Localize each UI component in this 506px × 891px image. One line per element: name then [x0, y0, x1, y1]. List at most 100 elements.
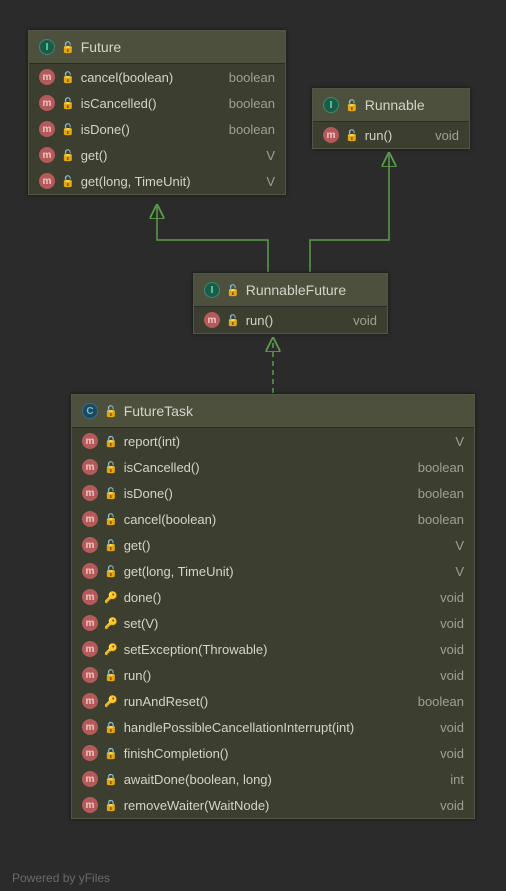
- return-type: void: [440, 746, 464, 761]
- method-name: finishCompletion(): [124, 746, 414, 761]
- class-name: RunnableFuture: [246, 282, 346, 298]
- method-list: m🔓run()void: [313, 122, 469, 148]
- method-icon: m: [82, 563, 98, 579]
- method-icon: m: [82, 771, 98, 787]
- method-row[interactable]: m🔒finishCompletion()void: [72, 740, 474, 766]
- method-name: set(V): [124, 616, 414, 631]
- lock-icon: 🔓: [226, 284, 240, 297]
- method-icon: m: [82, 693, 98, 709]
- class-name: Runnable: [365, 97, 425, 113]
- public-icon: 🔓: [226, 314, 240, 327]
- method-row[interactable]: m🔓get()V: [29, 142, 285, 168]
- method-row[interactable]: m 🔑 setException(Throwable) void: [72, 636, 474, 662]
- return-type: void: [440, 668, 464, 683]
- method-icon: m: [82, 641, 98, 657]
- protected-icon: 🔑: [104, 695, 118, 708]
- runnablefuture-class-box[interactable]: I 🔓 RunnableFuture m 🔓 run() void: [193, 273, 388, 334]
- return-type: void: [440, 590, 464, 605]
- method-row[interactable]: m🔓get(long, TimeUnit)V: [29, 168, 285, 194]
- method-name: get(): [81, 148, 241, 163]
- return-type: boolean: [418, 486, 464, 501]
- method-name: cancel(boolean): [124, 512, 392, 527]
- method-row[interactable]: m🔓isCancelled()boolean: [29, 90, 285, 116]
- interface-icon: I: [323, 97, 339, 113]
- method-name: run(): [246, 313, 327, 328]
- method-icon: m: [82, 459, 98, 475]
- lock-icon: 🔓: [345, 99, 359, 112]
- method-row[interactable]: m🔓run()void: [313, 122, 469, 148]
- method-name: handlePossibleCancellationInterrupt(int): [124, 720, 414, 735]
- return-type: boolean: [418, 460, 464, 475]
- private-icon: 🔒: [104, 773, 118, 786]
- method-name: report(int): [124, 434, 430, 449]
- public-icon: 🔓: [104, 669, 118, 682]
- public-icon: 🔓: [61, 123, 75, 136]
- method-row[interactable]: m🔑set(V)void: [72, 610, 474, 636]
- protected-icon: 🔑: [104, 643, 118, 656]
- method-row[interactable]: m🔑done()void: [72, 584, 474, 610]
- return-type: V: [455, 564, 464, 579]
- method-icon: m: [39, 121, 55, 137]
- public-icon: 🔓: [104, 487, 118, 500]
- method-row[interactable]: m 🔓 run() void: [72, 662, 474, 688]
- method-row[interactable]: m🔑runAndReset()boolean: [72, 688, 474, 714]
- method-row[interactable]: m🔓isCancelled()boolean: [72, 454, 474, 480]
- futuretask-class-box[interactable]: C 🔓 FutureTask m🔒report(int)Vm🔓isCancell…: [71, 394, 475, 819]
- class-icon: C: [82, 403, 98, 419]
- method-row[interactable]: m🔓cancel(boolean)boolean: [72, 506, 474, 532]
- method-row[interactable]: m🔓get()V: [72, 532, 474, 558]
- method-row[interactable]: m🔒report(int)V: [72, 428, 474, 454]
- method-icon: m: [39, 69, 55, 85]
- method-row[interactable]: m🔒awaitDone(boolean, long)int: [72, 766, 474, 792]
- method-icon: m: [82, 667, 98, 683]
- public-icon: 🔓: [61, 175, 75, 188]
- method-name: isDone(): [124, 486, 392, 501]
- class-name: Future: [81, 39, 121, 55]
- lock-icon: 🔓: [104, 405, 118, 418]
- public-icon: 🔓: [104, 461, 118, 474]
- private-icon: 🔒: [104, 799, 118, 812]
- method-list: m🔒report(int)Vm🔓isCancelled()booleanm🔓is…: [72, 428, 474, 818]
- method-name: get(): [124, 538, 430, 553]
- method-icon: m: [82, 797, 98, 813]
- footer-credit: Powered by yFiles: [12, 871, 110, 885]
- method-name: awaitDone(boolean, long): [124, 772, 425, 787]
- method-icon: m: [82, 537, 98, 553]
- method-name: run(): [365, 128, 409, 143]
- return-type: void: [440, 642, 464, 657]
- method-icon: m: [39, 173, 55, 189]
- private-icon: 🔒: [104, 721, 118, 734]
- private-icon: 🔒: [104, 435, 118, 448]
- method-row[interactable]: m🔓get(long, TimeUnit)V: [72, 558, 474, 584]
- method-row[interactable]: m 🔓 cancel(boolean) boolean: [29, 64, 285, 90]
- method-row[interactable]: m 🔒 handlePossibleCancellationInterrupt(in…: [72, 714, 474, 740]
- method-name: runAndReset(): [124, 694, 392, 709]
- return-type: void: [440, 616, 464, 631]
- return-type: void: [440, 798, 464, 813]
- method-name: done(): [124, 590, 414, 605]
- public-icon: 🔓: [61, 71, 75, 84]
- method-row[interactable]: m 🔓 isDone() boolean: [29, 116, 285, 142]
- public-icon: 🔓: [104, 539, 118, 552]
- method-name: setException(Throwable): [124, 642, 414, 657]
- return-type: boolean: [229, 70, 275, 85]
- method-row[interactable]: m 🔓 run() void: [194, 307, 387, 333]
- method-icon: m: [82, 719, 98, 735]
- method-icon: m: [82, 589, 98, 605]
- class-header: I 🔓 RunnableFuture: [194, 274, 387, 307]
- method-name: cancel(boolean): [81, 70, 203, 85]
- return-type: void: [353, 313, 377, 328]
- return-type: boolean: [229, 122, 275, 137]
- method-icon: m: [204, 312, 220, 328]
- interface-icon: I: [204, 282, 220, 298]
- runnable-class-box[interactable]: I 🔓 Runnable m🔓run()void: [312, 88, 470, 149]
- method-name: run(): [124, 668, 414, 683]
- protected-icon: 🔑: [104, 617, 118, 630]
- method-icon: m: [82, 485, 98, 501]
- future-class-box[interactable]: I 🔓 Future m🔓cancel(boolean)booleanm🔓isC…: [28, 30, 286, 195]
- method-row[interactable]: m🔒removeWaiter(WaitNode)void: [72, 792, 474, 818]
- method-row[interactable]: m 🔓 isDone() boolean: [72, 480, 474, 506]
- public-icon: 🔓: [345, 129, 359, 142]
- return-type: boolean: [418, 512, 464, 527]
- method-name: isDone(): [81, 122, 203, 137]
